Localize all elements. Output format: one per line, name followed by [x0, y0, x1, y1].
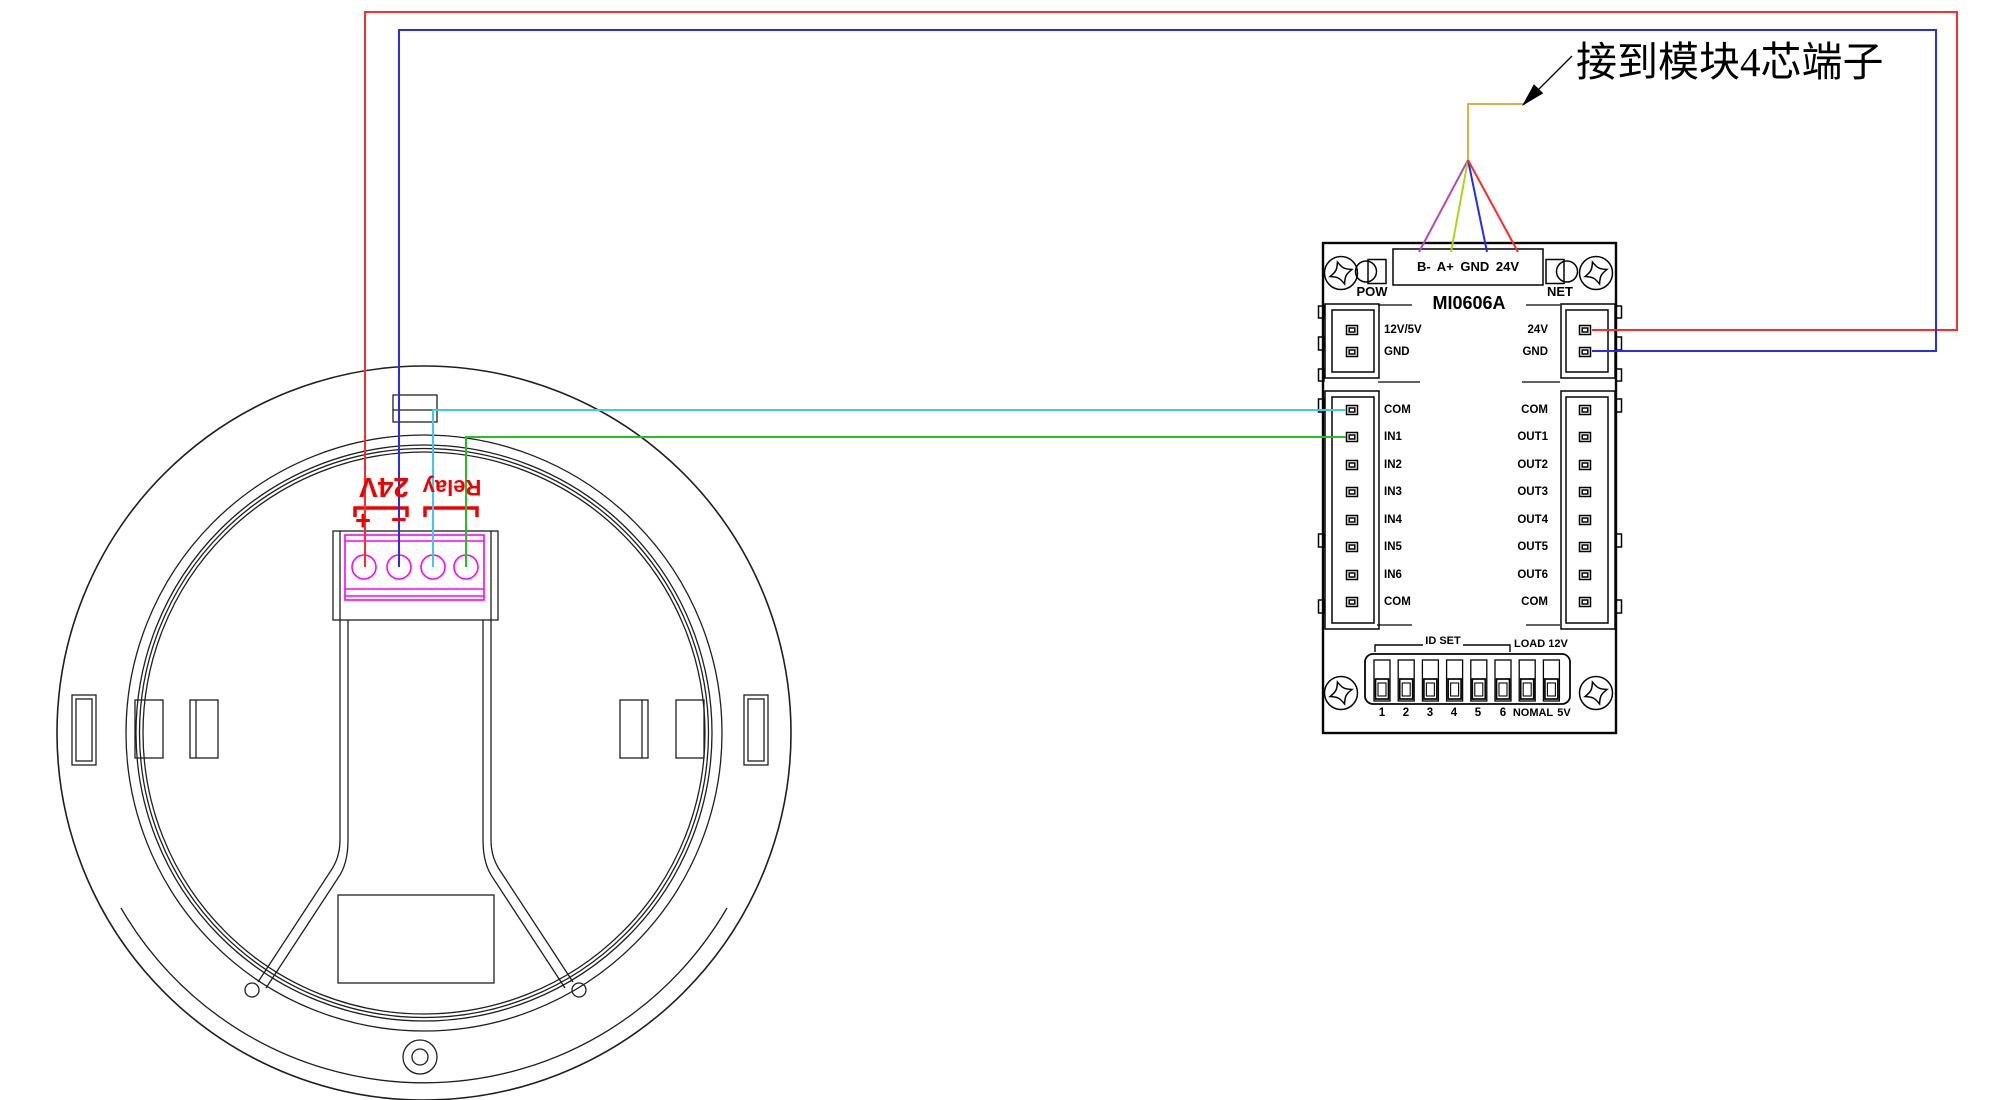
wire-relay-in1-green — [466, 437, 1346, 567]
pin-label-com-left-bottom: COM — [1384, 595, 1411, 609]
pin-label-in5: IN5 — [1384, 540, 1402, 554]
dip-7 — [1519, 660, 1535, 701]
dip-6 — [1495, 660, 1511, 701]
pin-label-24v-right: 24V — [1462, 323, 1548, 337]
dip-8 — [1543, 660, 1559, 701]
bottom-arc — [121, 908, 727, 1083]
pin-label-in1: IN1 — [1384, 430, 1402, 444]
dip-pos-3-label: 3 — [1420, 706, 1440, 720]
wire-24v-minus-blue — [399, 30, 1936, 567]
pin-label-com-left-top: COM — [1384, 403, 1411, 417]
device-24v-label: 24V — [359, 471, 409, 503]
dip-4 — [1447, 660, 1463, 701]
net-led-connector — [1546, 260, 1578, 284]
pin-label-in3: IN3 — [1384, 485, 1402, 499]
mounting-hole — [403, 1040, 437, 1074]
pin-label-in4: IN4 — [1384, 513, 1402, 527]
pin-label-out2: OUT2 — [1462, 458, 1548, 472]
device-plus-label: + — [355, 506, 371, 537]
dip-5 — [1471, 660, 1487, 701]
net-label: NET — [1540, 285, 1580, 299]
right-power-connector — [1561, 304, 1622, 381]
pin-label-out4: OUT4 — [1462, 513, 1548, 527]
annotation-label: 接到模块4芯端子 — [1576, 38, 1884, 86]
pow-label: POW — [1352, 285, 1392, 299]
device-minus-label: − — [391, 505, 407, 536]
screw-top-right-icon — [1580, 257, 1613, 290]
diagram-graphics — [0, 0, 2000, 1100]
wire-bus-gnd-blue — [1468, 160, 1487, 252]
dip-pos-5v-label: 5V — [1552, 706, 1576, 720]
dip-pos-2-label: 2 — [1396, 706, 1416, 720]
dip-pos-4-label: 4 — [1444, 706, 1464, 720]
dip-switch-block — [1365, 645, 1570, 704]
dip-pos-1-label: 1 — [1372, 706, 1392, 720]
pin-label-in2: IN2 — [1384, 458, 1402, 472]
pin-label-gnd-right: GND — [1462, 345, 1548, 359]
wiring-diagram: 接到模块4芯端子 24V Relay + − B- A+ GND 24V POW… — [0, 0, 2000, 1100]
wiring — [365, 12, 1957, 567]
dip-1 — [1374, 660, 1390, 701]
dip-2 — [1398, 660, 1414, 701]
terminal-group-brackets — [355, 508, 477, 517]
dip-pos-5-label: 5 — [1468, 706, 1488, 720]
wire-bus-bminus-purple — [1419, 160, 1468, 252]
wire-4core-cable-yellow — [1468, 104, 1525, 160]
wire-24v-plus-red — [365, 12, 1957, 567]
pin-label-com-right-top: COM — [1462, 403, 1548, 417]
pin-label-com-right-bottom: COM — [1462, 595, 1548, 609]
mounting-slots-right — [620, 695, 768, 765]
left-power-connector — [1319, 304, 1380, 381]
pin-label-out3: OUT3 — [1462, 485, 1548, 499]
screw-bottom-right-icon — [1580, 677, 1613, 710]
inner-ring — [126, 435, 722, 1031]
pin-label-gnd-left: GND — [1384, 345, 1410, 359]
pin-label-out6: OUT6 — [1462, 568, 1548, 582]
module-title: MI0606A — [1394, 294, 1544, 312]
pin-label-out5: OUT5 — [1462, 540, 1548, 554]
pin-label-out1: OUT1 — [1462, 430, 1548, 444]
bus-terminal-label: B- A+ GND 24V — [1393, 260, 1543, 274]
dip-3 — [1422, 660, 1438, 701]
wire-bus-aplus-yellowgreen — [1451, 160, 1468, 252]
pin-label-in6: IN6 — [1384, 568, 1402, 582]
id-set-label: ID SET — [1408, 634, 1478, 648]
pin-label-12v5v: 12V/5V — [1384, 323, 1422, 337]
left-io-connector — [1319, 391, 1380, 629]
wire-bus-24v-red — [1468, 160, 1518, 252]
device-relay-label: Relay — [423, 474, 482, 500]
annotation-leader — [1522, 56, 1572, 106]
load-12v-label: LOAD 12V — [1514, 637, 1568, 651]
screw-bottom-left-icon — [1325, 677, 1358, 710]
terminal-housing — [245, 531, 586, 997]
center-box — [338, 895, 494, 983]
right-io-connector — [1561, 391, 1622, 629]
pow-led-connector — [1356, 260, 1387, 284]
